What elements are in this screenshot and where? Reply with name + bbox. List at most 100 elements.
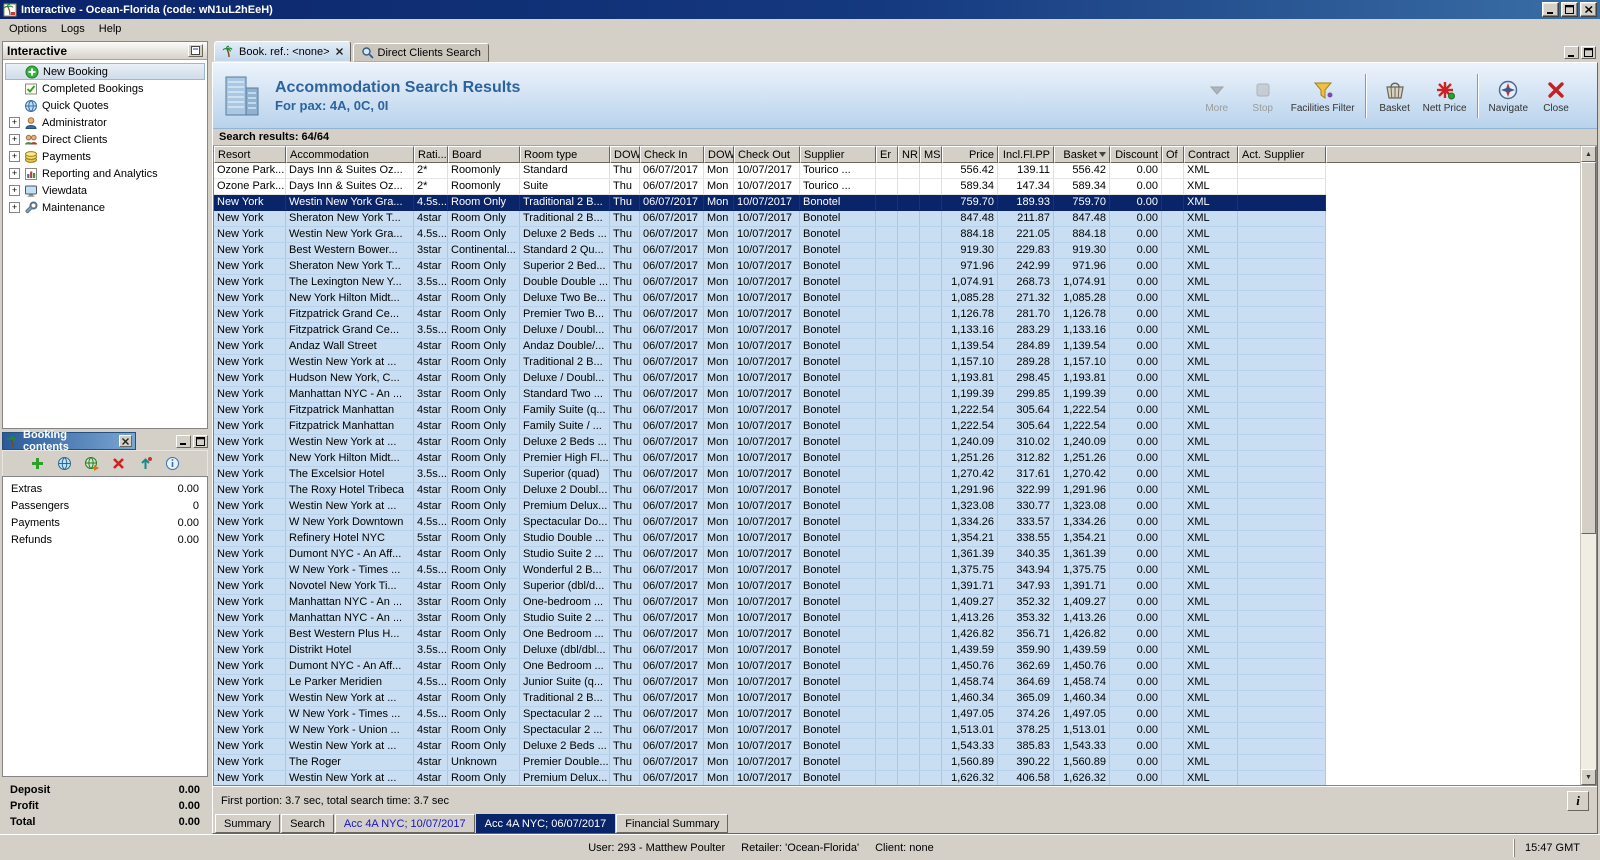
mdi-restore-button[interactable] — [1581, 46, 1596, 59]
result-row[interactable]: New York Andaz Wall Street 4star Room Only A… — [214, 339, 1326, 355]
sidebar-item-administrator[interactable]: + Administrator — [5, 114, 205, 131]
toolbar-button-more[interactable]: More — [1194, 76, 1240, 115]
scrollbar-track[interactable] — [1581, 534, 1596, 769]
booking-tool-info[interactable] — [164, 455, 181, 472]
result-row[interactable]: New York The Roxy Hotel Tribeca 4star Room … — [214, 483, 1326, 499]
expand-plus-icon[interactable]: + — [9, 168, 20, 179]
result-row[interactable]: New York W New York - Times ... 4.5s... Roo… — [214, 707, 1326, 723]
close-window-button[interactable] — [1580, 2, 1597, 17]
column-header-resort[interactable]: Resort — [214, 146, 286, 163]
toolbar-button-facilities-filter[interactable]: Facilities Filter — [1286, 76, 1360, 115]
toolbar-button-stop[interactable]: Stop — [1240, 76, 1286, 115]
bottom-tab-summary[interactable]: Summary — [215, 814, 281, 833]
column-header-price[interactable]: Price — [942, 146, 998, 163]
booking-tool-globe-search[interactable] — [83, 455, 100, 472]
result-row[interactable]: New York Sheraton New York T... 4star Room … — [214, 211, 1326, 227]
column-header-accommodation[interactable]: Accommodation — [286, 146, 414, 163]
toolbar-button-nett-price[interactable]: Nett Price — [1418, 76, 1472, 115]
result-row[interactable]: New York The Roger 4star Unknown Premier Dou… — [214, 755, 1326, 771]
menu-help[interactable]: Help — [92, 21, 129, 37]
result-row[interactable]: New York Distrikt Hotel 3.5s... Room Only De… — [214, 643, 1326, 659]
booking-item-refunds[interactable]: Refunds 0.00 — [3, 531, 207, 548]
result-row[interactable]: New York W New York - Union ... 4star Room … — [214, 723, 1326, 739]
booking-contents-close-button[interactable] — [119, 435, 132, 447]
minimize-button[interactable] — [1542, 2, 1559, 17]
result-row[interactable]: New York Dumont NYC - An Aff... 4star Room … — [214, 547, 1326, 563]
sidebar-item-completed-bookings[interactable]: Completed Bookings — [5, 80, 205, 97]
sidebar-item-quick-quotes[interactable]: Quick Quotes — [5, 97, 205, 114]
result-row[interactable]: New York Best Western Bower... 3star Contin… — [214, 243, 1326, 259]
result-row[interactable]: New York Westin New York at ... 4star Room … — [214, 771, 1326, 785]
column-header-act-supplier[interactable]: Act. Supplier — [1238, 146, 1326, 163]
result-row[interactable]: New York New York Hilton Midt... 4star Room… — [214, 291, 1326, 307]
expand-plus-icon[interactable]: + — [9, 117, 20, 128]
column-header-dow[interactable]: DOW — [610, 146, 640, 163]
mdi-minimize-button[interactable] — [1564, 46, 1579, 59]
booking-contents-caption[interactable]: Booking contents — [2, 429, 136, 453]
result-row[interactable]: New York Dumont NYC - An Aff... 4star Room … — [214, 659, 1326, 675]
menu-logs[interactable]: Logs — [54, 21, 92, 37]
column-header-nr[interactable]: NR — [898, 146, 920, 163]
column-header-discount[interactable]: Discount — [1110, 146, 1162, 163]
result-row[interactable]: New York Le Parker Meridien 4.5s... Room On… — [214, 675, 1326, 691]
result-row[interactable]: New York Westin New York at ... 4star Room … — [214, 691, 1326, 707]
result-row[interactable]: New York W New York Downtown 4.5s... Room O… — [214, 515, 1326, 531]
column-header-er[interactable]: Er — [876, 146, 898, 163]
expand-plus-icon[interactable]: + — [9, 134, 20, 145]
column-header-check-out[interactable]: Check Out — [734, 146, 800, 163]
column-header-supplier[interactable]: Supplier — [800, 146, 876, 163]
column-header-basket[interactable]: Basket — [1054, 146, 1110, 163]
vertical-scrollbar[interactable]: ▲ ▼ — [1580, 146, 1596, 785]
column-header-check-in[interactable]: Check In — [640, 146, 704, 163]
booking-tool-globe[interactable] — [56, 455, 73, 472]
result-row[interactable]: New York Fitzpatrick Grand Ce... 3.5s... Ro… — [214, 323, 1326, 339]
column-header-room-type[interactable]: Room type — [520, 146, 610, 163]
booking-contents-minimize-button[interactable] — [176, 434, 191, 448]
result-row[interactable]: New York Manhattan NYC - An ... 3star Room … — [214, 387, 1326, 403]
column-header-contract[interactable]: Contract — [1184, 146, 1238, 163]
sidebar-item-new-booking[interactable]: New Booking — [5, 63, 205, 80]
sidebar-item-viewdata[interactable]: + Viewdata — [5, 182, 205, 199]
column-header-rati[interactable]: Rati... — [414, 146, 448, 163]
toolbar-button-close[interactable]: Close — [1533, 76, 1579, 115]
booking-item-passengers[interactable]: Passengers 0 — [3, 497, 207, 514]
expand-plus-icon[interactable]: + — [9, 202, 20, 213]
booking-tool-add[interactable] — [29, 455, 46, 472]
info-button[interactable]: i — [1567, 790, 1589, 811]
bottom-tab-financial-summary[interactable]: Financial Summary — [616, 814, 729, 833]
result-row[interactable]: New York The Lexington New Y... 3.5s... Roo… — [214, 275, 1326, 291]
result-row[interactable]: New York Novotel New York Ti... 4star Room … — [214, 579, 1326, 595]
sidebar-item-maintenance[interactable]: + Maintenance — [5, 199, 205, 216]
booking-item-payments[interactable]: Payments 0.00 — [3, 514, 207, 531]
result-row[interactable]: New York Manhattan NYC - An ... 3star Room … — [214, 595, 1326, 611]
result-row[interactable]: New York Refinery Hotel NYC 5star Room Only… — [214, 531, 1326, 547]
scrollbar-thumb[interactable] — [1581, 162, 1596, 534]
result-row[interactable]: New York Fitzpatrick Manhattan 4star Room O… — [214, 403, 1326, 419]
maximize-button[interactable] — [1561, 2, 1578, 17]
tab-direct-clients-search[interactable]: Direct Clients Search — [352, 43, 489, 62]
column-header-dow[interactable]: DOW — [704, 146, 734, 163]
result-row[interactable]: New York Best Western Plus H... 4star Room … — [214, 627, 1326, 643]
sidebar-item-payments[interactable]: + Payments — [5, 148, 205, 165]
booking-tool-delete[interactable] — [110, 455, 127, 472]
result-row[interactable]: New York Westin New York Gra... 4.5s... Roo… — [214, 227, 1326, 243]
result-row[interactable]: New York Westin New York at ... 4star Room … — [214, 355, 1326, 371]
result-row[interactable]: New York Manhattan NYC - An ... 3star Room … — [214, 611, 1326, 627]
result-row[interactable]: New York Hudson New York, C... 4star Room O… — [214, 371, 1326, 387]
column-header-incl-fl-pp[interactable]: Incl.Fl.PP — [998, 146, 1054, 163]
expand-plus-icon[interactable]: + — [9, 185, 20, 196]
booking-item-extras[interactable]: Extras 0.00 — [3, 480, 207, 497]
scroll-down-button[interactable]: ▼ — [1581, 769, 1596, 785]
scroll-up-button[interactable]: ▲ — [1581, 146, 1596, 162]
result-row[interactable]: Ozone Park... Days Inn & Suites Oz... 2* Ro… — [214, 179, 1326, 195]
tab-close-button[interactable] — [335, 48, 343, 55]
tab-book-ref[interactable]: Book. ref.: <none> — [214, 41, 351, 62]
toolbar-button-navigate[interactable]: Navigate — [1484, 76, 1533, 115]
result-row[interactable]: New York Westin New York at ... 4star Room … — [214, 435, 1326, 451]
menu-options[interactable]: Options — [2, 21, 54, 37]
column-header-board[interactable]: Board — [448, 146, 520, 163]
result-row[interactable]: New York The Excelsior Hotel 3.5s... Room O… — [214, 467, 1326, 483]
sidebar-item-reporting-and-analytics[interactable]: + Reporting and Analytics — [5, 165, 205, 182]
toolbar-button-basket[interactable]: Basket — [1372, 76, 1418, 115]
column-header-ms[interactable]: MS — [920, 146, 942, 163]
